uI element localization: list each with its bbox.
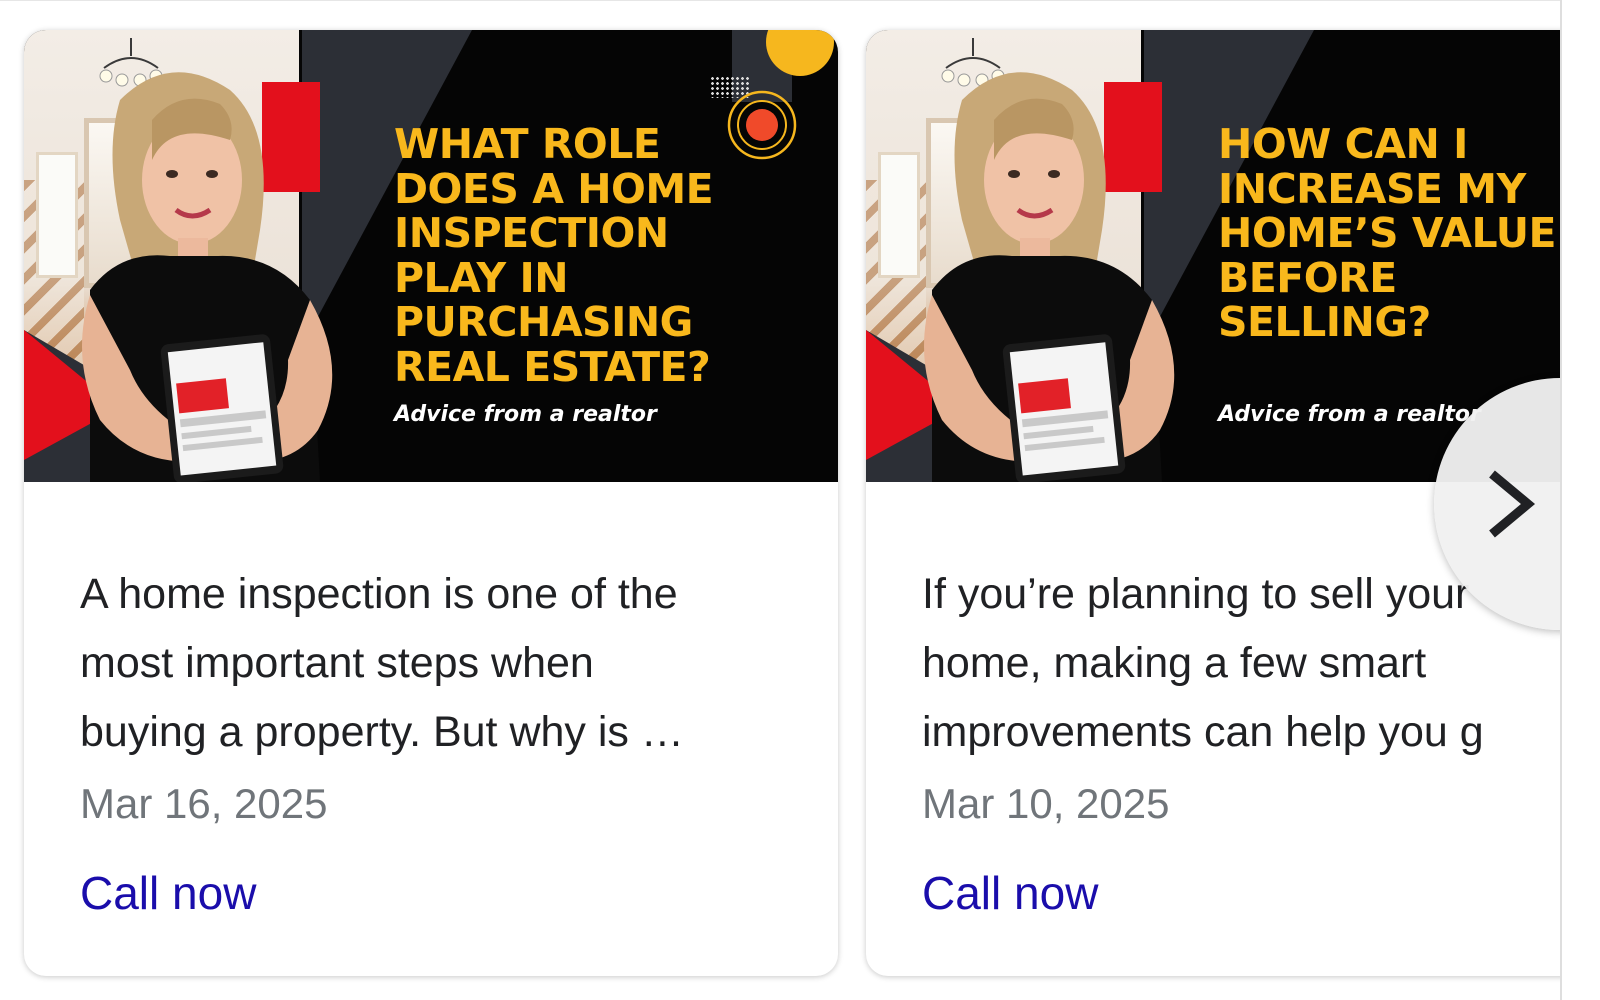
viewport-edge [1560,0,1562,1000]
call-now-link[interactable]: Call now [80,866,256,920]
post-description: If you’re planning to sell your home, ma… [922,570,1484,756]
thumbnail-headline: HOW CAN I INCREASE MY HOME’S VALUE BEFORE SE… [1218,120,1557,346]
post-thumbnail[interactable]: WHAT ROLE DOES A HOME INSPECTION PLAY IN PUR… [24,30,838,482]
realtor-photo [924,72,1175,482]
post-card[interactable]: WHAT ROLE DOES A HOME INSPECTION PLAY IN PUR… [24,30,838,976]
thumbnail-subtitle: Advice from a realtor [1218,402,1481,427]
post-description: A home inspection is one of the most imp… [80,570,684,756]
realtor-photo [82,72,333,482]
thumbnail-headline: WHAT ROLE DOES A HOME INSPECTION PLAY IN PUR… [394,120,714,391]
post-thumbnail[interactable]: HOW CAN I INCREASE MY HOME’S VALUE BEFORE SE… [866,30,1560,482]
post-date: Mar 10, 2025 [922,780,1170,827]
thumbnail-subtitle: Advice from a realtor [394,402,657,427]
chevron-right-icon [1489,470,1536,538]
call-now-link[interactable]: Call now [922,866,1098,920]
post-date: Mar 16, 2025 [80,780,328,827]
card-carousel: WHAT ROLE DOES A HOME INSPECTION PLAY IN PUR… [0,0,1560,1000]
